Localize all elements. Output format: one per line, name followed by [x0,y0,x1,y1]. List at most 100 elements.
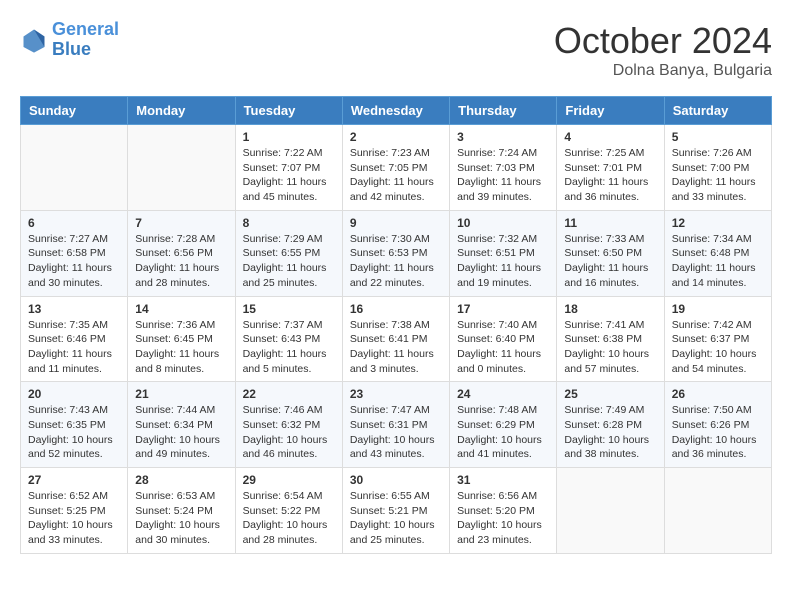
logo-text: General Blue [52,20,119,60]
cell-content: Sunrise: 7:36 AMSunset: 6:45 PMDaylight:… [135,318,227,377]
day-number: 5 [672,130,764,144]
day-number: 16 [350,302,442,316]
calendar-cell: 30Sunrise: 6:55 AMSunset: 5:21 PMDayligh… [342,468,449,554]
day-number: 31 [457,473,549,487]
cell-content: Sunrise: 7:40 AMSunset: 6:40 PMDaylight:… [457,318,549,377]
calendar-cell: 19 Sunrise: 7:42 AMSunset: 6:37 PMDayligh… [664,296,771,382]
day-number: 13 [28,302,120,316]
calendar-week-row: 1 Sunrise: 7:22 AMSunset: 7:07 PMDaylight… [21,125,772,211]
title-block: October 2024 Dolna Banya, Bulgaria [554,20,772,80]
day-number: 28 [135,473,227,487]
calendar-cell [557,468,664,554]
cell-content: Sunrise: 7:43 AMSunset: 6:35 PMDaylight:… [28,403,120,462]
calendar-cell: 16Sunrise: 7:38 AMSunset: 6:41 PMDayligh… [342,296,449,382]
weekday-header: Wednesday [342,97,449,125]
calendar-cell: 21 Sunrise: 7:44 AMSunset: 6:34 PMDayligh… [128,382,235,468]
calendar-cell: 3 Sunrise: 7:24 AMSunset: 7:03 PMDaylight… [450,125,557,211]
day-number: 12 [672,216,764,230]
calendar-cell: 2 Sunrise: 7:23 AMSunset: 7:05 PMDaylight… [342,125,449,211]
calendar-cell: 11 Sunrise: 7:33 AMSunset: 6:50 PMDayligh… [557,210,664,296]
day-number: 21 [135,387,227,401]
day-number: 3 [457,130,549,144]
weekday-header: Saturday [664,97,771,125]
day-number: 4 [564,130,656,144]
cell-content: Sunrise: 7:26 AMSunset: 7:00 PMDaylight:… [672,146,764,205]
day-number: 8 [243,216,335,230]
calendar-cell: 20 Sunrise: 7:43 AMSunset: 6:35 PMDayligh… [21,382,128,468]
calendar-cell: 27 Sunrise: 6:52 AMSunset: 5:25 PMDayligh… [21,468,128,554]
day-number: 7 [135,216,227,230]
day-number: 24 [457,387,549,401]
weekday-header: Friday [557,97,664,125]
day-number: 11 [564,216,656,230]
calendar-week-row: 6Sunrise: 7:27 AMSunset: 6:58 PMDaylight… [21,210,772,296]
calendar-week-row: 20 Sunrise: 7:43 AMSunset: 6:35 PMDayligh… [21,382,772,468]
cell-content: Sunrise: 7:27 AMSunset: 6:58 PMDaylight:… [28,232,120,291]
day-number: 15 [243,302,335,316]
cell-content: Sunrise: 7:32 AMSunset: 6:51 PMDaylight:… [457,232,549,291]
weekday-header: Tuesday [235,97,342,125]
cell-content: Sunrise: 7:48 AMSunset: 6:29 PMDaylight:… [457,403,549,462]
weekday-header: Monday [128,97,235,125]
cell-content: Sunrise: 6:54 AMSunset: 5:22 PMDaylight:… [243,489,335,548]
cell-content: Sunrise: 7:29 AMSunset: 6:55 PMDaylight:… [243,232,335,291]
cell-content: Sunrise: 7:47 AMSunset: 6:31 PMDaylight:… [350,403,442,462]
cell-content: Sunrise: 7:33 AMSunset: 6:50 PMDaylight:… [564,232,656,291]
cell-content: Sunrise: 7:35 AMSunset: 6:46 PMDaylight:… [28,318,120,377]
page-header: General Blue October 2024 Dolna Banya, B… [20,20,772,80]
calendar-cell: 31 Sunrise: 6:56 AMSunset: 5:20 PMDayligh… [450,468,557,554]
cell-content: Sunrise: 7:44 AMSunset: 6:34 PMDaylight:… [135,403,227,462]
cell-content: Sunrise: 7:34 AMSunset: 6:48 PMDaylight:… [672,232,764,291]
calendar-week-row: 13 Sunrise: 7:35 AMSunset: 6:46 PMDayligh… [21,296,772,382]
calendar-cell: 25 Sunrise: 7:49 AMSunset: 6:28 PMDayligh… [557,382,664,468]
cell-content: Sunrise: 7:22 AMSunset: 7:07 PMDaylight:… [243,146,335,205]
day-number: 27 [28,473,120,487]
cell-content: Sunrise: 7:46 AMSunset: 6:32 PMDaylight:… [243,403,335,462]
calendar-cell: 7Sunrise: 7:28 AMSunset: 6:56 PMDaylight… [128,210,235,296]
cell-content: Sunrise: 7:30 AMSunset: 6:53 PMDaylight:… [350,232,442,291]
cell-content: Sunrise: 6:56 AMSunset: 5:20 PMDaylight:… [457,489,549,548]
calendar-cell: 4 Sunrise: 7:25 AMSunset: 7:01 PMDaylight… [557,125,664,211]
calendar-cell: 23 Sunrise: 7:47 AMSunset: 6:31 PMDayligh… [342,382,449,468]
weekday-header: Sunday [21,97,128,125]
day-number: 19 [672,302,764,316]
calendar-cell: 24 Sunrise: 7:48 AMSunset: 6:29 PMDayligh… [450,382,557,468]
calendar-cell: 8 Sunrise: 7:29 AMSunset: 6:55 PMDaylight… [235,210,342,296]
cell-content: Sunrise: 7:42 AMSunset: 6:37 PMDaylight:… [672,318,764,377]
day-number: 29 [243,473,335,487]
cell-content: Sunrise: 6:55 AMSunset: 5:21 PMDaylight:… [350,489,442,548]
day-number: 1 [243,130,335,144]
calendar-cell: 5 Sunrise: 7:26 AMSunset: 7:00 PMDaylight… [664,125,771,211]
weekday-header-row: SundayMondayTuesdayWednesdayThursdayFrid… [21,97,772,125]
cell-content: Sunrise: 7:25 AMSunset: 7:01 PMDaylight:… [564,146,656,205]
cell-content: Sunrise: 7:23 AMSunset: 7:05 PMDaylight:… [350,146,442,205]
day-number: 17 [457,302,549,316]
calendar-cell: 28Sunrise: 6:53 AMSunset: 5:24 PMDayligh… [128,468,235,554]
calendar-table: SundayMondayTuesdayWednesdayThursdayFrid… [20,96,772,554]
calendar-cell: 22 Sunrise: 7:46 AMSunset: 6:32 PMDayligh… [235,382,342,468]
day-number: 22 [243,387,335,401]
calendar-cell: 15Sunrise: 7:37 AMSunset: 6:43 PMDayligh… [235,296,342,382]
calendar-cell: 12 Sunrise: 7:34 AMSunset: 6:48 PMDayligh… [664,210,771,296]
day-number: 14 [135,302,227,316]
calendar-cell [664,468,771,554]
month-title: October 2024 [554,20,772,62]
day-number: 10 [457,216,549,230]
logo: General Blue [20,20,119,60]
logo-line2: Blue [52,39,91,59]
logo-line1: General [52,19,119,39]
calendar-cell: 18Sunrise: 7:41 AMSunset: 6:38 PMDayligh… [557,296,664,382]
day-number: 20 [28,387,120,401]
day-number: 18 [564,302,656,316]
day-number: 23 [350,387,442,401]
cell-content: Sunrise: 6:52 AMSunset: 5:25 PMDaylight:… [28,489,120,548]
cell-content: Sunrise: 7:49 AMSunset: 6:28 PMDaylight:… [564,403,656,462]
calendar-cell: 1 Sunrise: 7:22 AMSunset: 7:07 PMDaylight… [235,125,342,211]
cell-content: Sunrise: 7:24 AMSunset: 7:03 PMDaylight:… [457,146,549,205]
location: Dolna Banya, Bulgaria [554,62,772,80]
day-number: 25 [564,387,656,401]
calendar-cell [21,125,128,211]
logo-icon [20,26,48,54]
day-number: 2 [350,130,442,144]
calendar-cell: 9Sunrise: 7:30 AMSunset: 6:53 PMDaylight… [342,210,449,296]
